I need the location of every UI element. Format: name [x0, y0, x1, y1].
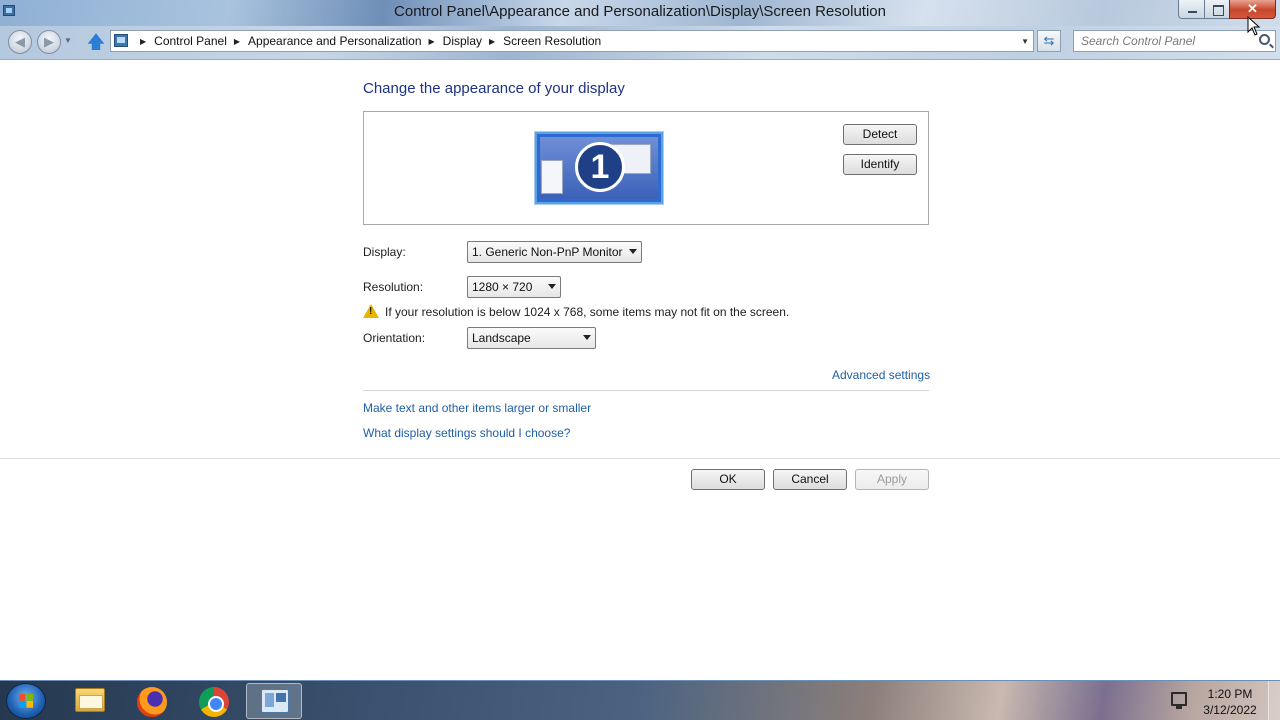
breadcrumb-control-panel[interactable]: Control Panel — [154, 34, 227, 48]
resolution-select[interactable]: 1280 × 720 — [467, 276, 561, 298]
breadcrumb-chevron-icon[interactable]: ▶ — [429, 37, 435, 46]
dropdown-arrow-icon — [583, 335, 591, 340]
search-input[interactable] — [1074, 31, 1254, 51]
address-history-chevron-icon[interactable]: ▼ — [1021, 37, 1029, 46]
taskbar-chrome[interactable] — [186, 683, 242, 719]
orientation-select-value: Landscape — [472, 331, 531, 345]
taskbar-control-panel[interactable] — [246, 683, 302, 719]
orientation-select[interactable]: Landscape — [467, 327, 596, 349]
back-arrow-icon: ◀ — [15, 34, 25, 49]
monitor-1-thumbnail[interactable]: 1 — [535, 132, 663, 204]
display-help-link[interactable]: What display settings should I choose? — [363, 426, 570, 440]
monitor-preview-panel: 1 Detect Identify — [363, 111, 929, 225]
apply-button[interactable]: Apply — [855, 469, 929, 490]
detect-button[interactable]: Detect — [843, 124, 917, 145]
text-size-link[interactable]: Make text and other items larger or smal… — [363, 401, 591, 415]
control-panel-icon — [261, 689, 289, 713]
dropdown-arrow-icon — [548, 284, 556, 289]
display-label: Display: — [363, 245, 406, 259]
close-icon: ✕ — [1247, 1, 1258, 16]
maximize-button[interactable] — [1204, 0, 1230, 19]
breadcrumb-appearance[interactable]: Appearance and Personalization — [248, 34, 421, 48]
display-select-value: 1. Generic Non-PnP Monitor — [472, 245, 623, 259]
forward-button[interactable]: ▶ — [37, 30, 61, 54]
taskbar-windows-explorer[interactable] — [62, 683, 118, 719]
breadcrumb-chevron-icon[interactable]: ▶ — [234, 37, 240, 46]
taskbar-firefox[interactable] — [124, 683, 180, 719]
show-desktop-button[interactable] — [1268, 681, 1280, 720]
breadcrumb-chevron-icon[interactable]: ▶ — [140, 37, 146, 46]
refresh-button[interactable]: ⇆ — [1037, 30, 1061, 52]
search-box[interactable] — [1073, 30, 1276, 52]
clock-time: 1:20 PM — [1207, 687, 1253, 701]
title-bar: Control Panel\Appearance and Personaliza… — [0, 0, 1280, 26]
divider — [0, 458, 1280, 459]
recent-pages-chevron-icon[interactable]: ▼ — [64, 36, 72, 45]
refresh-icon: ⇆ — [1043, 33, 1055, 48]
minimize-button[interactable] — [1178, 0, 1205, 19]
cancel-button[interactable]: Cancel — [773, 469, 847, 490]
divider — [363, 390, 929, 391]
ok-button[interactable]: OK — [691, 469, 765, 490]
advanced-settings-link[interactable]: Advanced settings — [832, 368, 930, 382]
firefox-icon — [137, 687, 167, 717]
warning-icon: ! — [363, 304, 379, 318]
system-clock[interactable]: 1:20 PM 3/12/2022 — [1194, 686, 1266, 718]
clock-date: 3/12/2022 — [1203, 703, 1257, 717]
dropdown-arrow-icon — [629, 249, 637, 254]
resolution-select-value: 1280 × 720 — [472, 280, 533, 294]
start-button[interactable] — [6, 683, 46, 719]
identify-button[interactable]: Identify — [843, 154, 917, 175]
navigation-bar: ◀ ▶ ▼ 🡅 ▶ Control Panel ▶ Appearance and… — [0, 26, 1280, 60]
forward-arrow-icon: ▶ — [44, 34, 54, 49]
orientation-label: Orientation: — [363, 331, 426, 345]
folder-icon — [75, 688, 105, 712]
window-title: Control Panel\Appearance and Personaliza… — [394, 3, 886, 20]
breadcrumb: ▶ Control Panel ▶ Appearance and Persona… — [133, 34, 601, 48]
window-thumbnail-icon — [541, 160, 563, 194]
back-button[interactable]: ◀ — [8, 30, 32, 54]
resolution-label: Resolution: — [363, 280, 424, 294]
monitor-number: 1 — [575, 142, 625, 192]
address-bar[interactable]: ▶ Control Panel ▶ Appearance and Persona… — [110, 30, 1034, 52]
network-icon[interactable] — [1171, 692, 1187, 709]
breadcrumb-screen-resolution[interactable]: Screen Resolution — [503, 34, 601, 48]
page-title: Change the appearance of your display — [363, 80, 625, 97]
breadcrumb-display[interactable]: Display — [443, 34, 482, 48]
control-panel-icon — [114, 34, 128, 47]
display-select[interactable]: 1. Generic Non-PnP Monitor — [467, 241, 642, 263]
resolution-warning: If your resolution is below 1024 x 768, … — [385, 305, 790, 319]
taskbar: 1:20 PM 3/12/2022 — [0, 680, 1280, 720]
up-arrow-icon[interactable]: 🡅 — [86, 30, 106, 54]
breadcrumb-chevron-icon[interactable]: ▶ — [489, 37, 495, 46]
chrome-icon — [199, 687, 229, 717]
